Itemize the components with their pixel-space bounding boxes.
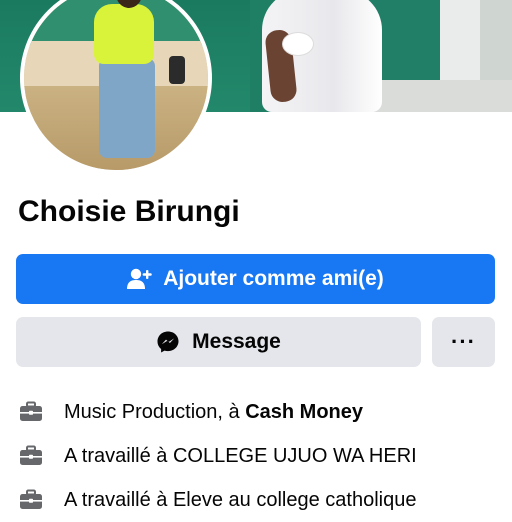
avatar-bag (169, 56, 185, 84)
message-button[interactable]: Message (16, 317, 421, 367)
add-friend-icon (127, 267, 153, 291)
message-label: Message (192, 330, 281, 353)
work-info-text: A travaillé à Eleve au college catholiqu… (64, 488, 417, 511)
profile-info-list: Music Production, à Cash Money A travail… (18, 390, 512, 522)
briefcase-icon (18, 399, 44, 425)
more-options-icon: ··· (451, 329, 476, 354)
cover-person-bow (282, 32, 314, 56)
work-info-text: A travaillé à COLLEGE UJUO WA HERI (64, 444, 417, 467)
avatar-person-shirt (94, 4, 154, 64)
profile-name: Choisie Birungi (18, 195, 240, 228)
briefcase-icon (18, 487, 44, 513)
work-info-item: A travaillé à COLLEGE UJUO WA HERI (18, 434, 512, 478)
work-info-text: Music Production, à Cash Money (64, 400, 364, 423)
workplace-link[interactable]: Cash Money (245, 401, 363, 423)
work-info-item: A travaillé à Eleve au college catholiqu… (18, 478, 512, 522)
avatar[interactable] (24, 0, 208, 170)
more-options-button[interactable]: ··· (432, 317, 495, 367)
add-friend-label: Ajouter comme ami(e) (163, 267, 384, 290)
cover-ground (370, 80, 512, 112)
briefcase-icon (18, 443, 44, 469)
work-info-item: Music Production, à Cash Money (18, 390, 512, 434)
avatar-person-jeans (99, 58, 155, 158)
messenger-icon (156, 330, 180, 354)
add-friend-button[interactable]: Ajouter comme ami(e) (16, 254, 495, 304)
